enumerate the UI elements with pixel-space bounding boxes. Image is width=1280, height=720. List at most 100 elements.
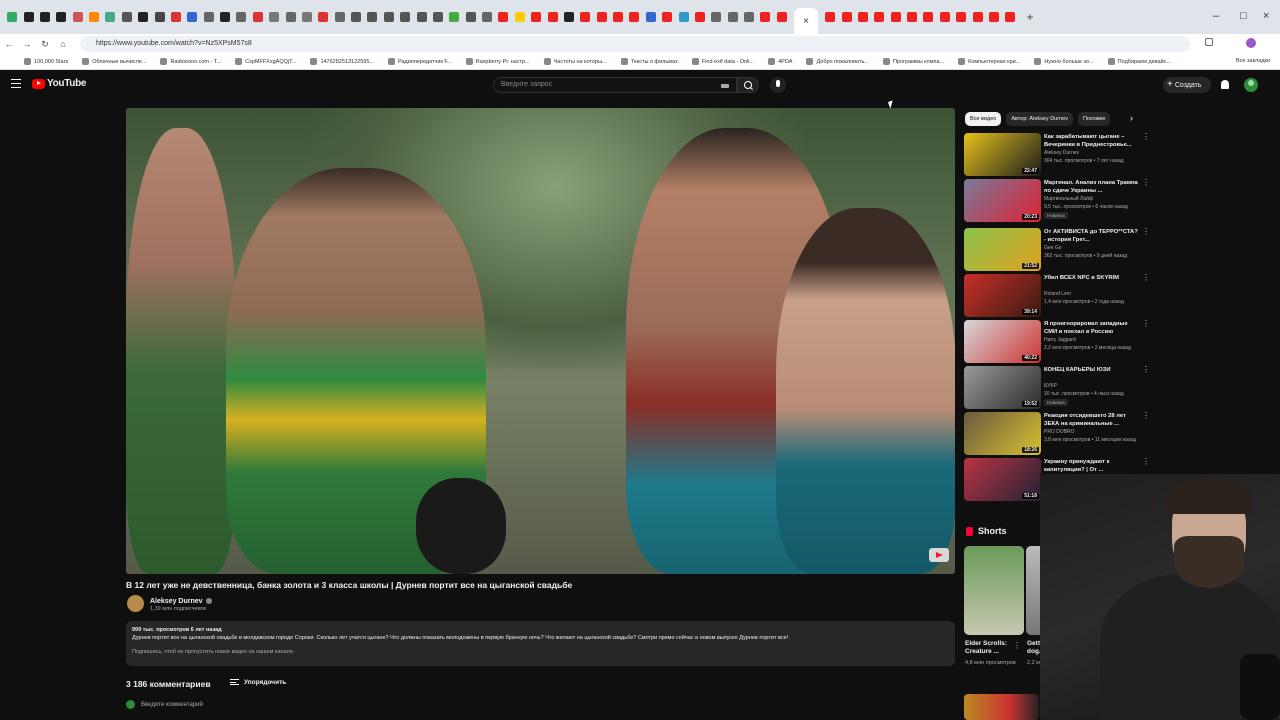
tab-favicon-icon[interactable] — [383, 12, 394, 22]
close-window-button[interactable]: × — [1263, 10, 1269, 22]
tab-favicon-icon[interactable] — [72, 12, 83, 22]
tab-favicon-icon[interactable] — [154, 12, 165, 22]
tab-favicon-icon[interactable] — [318, 12, 329, 22]
tab-favicon-icon[interactable] — [23, 12, 34, 22]
new-tab-button[interactable]: + — [1027, 10, 1034, 24]
tab-favicon-icon[interactable] — [596, 12, 607, 22]
more-options-icon[interactable]: ⋮ — [1142, 228, 1150, 236]
bookmark-item[interactable]: Подбираем девайс... — [1107, 58, 1171, 65]
chevron-right-icon[interactable]: › — [1130, 113, 1133, 123]
tab-favicon-icon[interactable] — [890, 12, 901, 22]
bookmark-item[interactable]: Радиопередатчик F... — [387, 58, 452, 65]
video-thumbnail[interactable]: 19:52 — [964, 366, 1041, 409]
tab-favicon-icon[interactable] — [727, 12, 738, 22]
recommendation-title[interactable]: Как зарабатывают цыгане – Вечеринки в Пр… — [1044, 133, 1139, 149]
url-input[interactable]: https://www.youtube.com/watch?v=Nz5XPsM5… — [80, 36, 1190, 52]
more-options-icon[interactable]: ⋮ — [1142, 133, 1150, 141]
tab-favicon-icon[interactable] — [482, 12, 493, 22]
recommendation-title[interactable]: Реакция отсидевшего 28 лет ЗЕКА на крими… — [1044, 412, 1139, 428]
recommendation-item[interactable]: 22:47 Как зарабатывают цыгане – Вечеринки… — [964, 133, 1150, 177]
reload-icon[interactable]: ↻ — [36, 39, 54, 50]
tab-favicon-icon[interactable] — [988, 12, 999, 22]
recommendation-channel[interactable]: Roland Lem — [1044, 291, 1071, 297]
short-thumbnail[interactable] — [964, 546, 1024, 635]
recommendation-channel[interactable]: Aleksey Durnev — [1044, 150, 1079, 156]
tab-favicon-icon[interactable] — [269, 12, 280, 22]
video-thumbnail[interactable]: 21:52 — [964, 228, 1041, 271]
tab-favicon-icon[interactable] — [236, 12, 247, 22]
bookmark-item[interactable]: Find exif data - Onli... — [691, 58, 754, 65]
bookmark-item[interactable]: Частоты на которы... — [543, 58, 607, 65]
recommendation-thumbnail-partial[interactable] — [964, 694, 1039, 720]
tab-favicon-icon[interactable] — [825, 12, 836, 22]
tab-favicon-icon[interactable] — [629, 12, 640, 22]
tab-favicon-icon[interactable] — [105, 12, 116, 22]
tab-favicon-icon[interactable] — [89, 12, 100, 22]
avatar[interactable] — [1244, 78, 1258, 92]
forward-icon[interactable]: → — [18, 39, 36, 49]
video-thumbnail[interactable]: 20:23 — [964, 179, 1041, 222]
chip-author[interactable]: Автор: Aleksey Durnev — [1006, 112, 1073, 126]
tab-favicon-icon[interactable] — [252, 12, 263, 22]
tab-favicon-icon[interactable] — [465, 12, 476, 22]
search-icon[interactable] — [737, 77, 759, 93]
tab-favicon-icon[interactable] — [923, 12, 934, 22]
recommendation-channel[interactable]: PRO DOBRO — [1044, 429, 1075, 435]
channel-avatar[interactable] — [127, 595, 144, 612]
video-thumbnail[interactable]: 51:18 — [964, 458, 1041, 501]
tab-favicon-icon[interactable] — [776, 12, 787, 22]
recommendation-title[interactable]: КОНЕЦ КАРЬЕРЫ ЮЗИ — [1044, 366, 1139, 374]
menu-icon[interactable] — [11, 79, 21, 88]
recommendation-channel[interactable]: Gee Go — [1044, 245, 1062, 251]
tab-favicon-icon[interactable] — [613, 12, 624, 22]
tab-favicon-icon[interactable] — [907, 12, 918, 22]
tab-favicon-icon[interactable] — [187, 12, 198, 22]
tab-favicon-icon[interactable] — [678, 12, 689, 22]
tab-favicon-icon[interactable] — [220, 12, 231, 22]
more-options-icon[interactable]: ⋮ — [1142, 274, 1150, 282]
mic-icon[interactable] — [770, 77, 786, 93]
tab-favicon-icon[interactable] — [939, 12, 950, 22]
tab-favicon-icon[interactable] — [841, 12, 852, 22]
channel-name[interactable]: Aleksey Durnev — [150, 598, 212, 605]
notifications-bell-icon[interactable] — [1221, 80, 1229, 89]
recommendation-item[interactable]: 18:26 Реакция отсидевшего 28 лет ЗЕКА на … — [964, 412, 1150, 456]
more-options-icon[interactable]: ⋮ — [1142, 179, 1150, 187]
youtube-logo[interactable]: YouTube — [32, 78, 87, 89]
recommendation-item[interactable]: 39:14 Убил ВСЕХ NPC в SKYRIM Roland Lem 1,4… — [964, 274, 1150, 318]
tab-favicon-icon[interactable] — [285, 12, 296, 22]
tab-favicon-icon[interactable] — [334, 12, 345, 22]
bookmark-item[interactable]: Нужно больше зо... — [1034, 58, 1094, 65]
active-tab[interactable]: × — [794, 8, 818, 34]
add-comment-input[interactable]: Введите комментарий — [126, 700, 203, 709]
tab-favicon-icon[interactable] — [351, 12, 362, 22]
video-thumbnail[interactable]: 39:14 — [964, 274, 1041, 317]
tab-favicon-icon[interactable] — [203, 12, 214, 22]
recommendation-channel[interactable]: БУБР — [1044, 383, 1057, 389]
all-bookmarks[interactable]: Все закладки — [1236, 58, 1271, 64]
recommendation-title[interactable]: Маргинал. Анализ плана Трампа по сдаче У… — [1044, 179, 1139, 195]
tab-favicon-icon[interactable] — [531, 12, 542, 22]
home-icon[interactable]: ⌂ — [54, 39, 72, 49]
tab-favicon-icon[interactable] — [694, 12, 705, 22]
chip-related[interactable]: Похожие — [1077, 112, 1111, 126]
more-options-icon[interactable]: ⋮ — [1142, 458, 1150, 466]
tab-favicon-icon[interactable] — [449, 12, 460, 22]
bookmark-item[interactable]: CspMFFXxgAQQjT... — [235, 58, 296, 65]
tab-favicon-icon[interactable] — [56, 12, 67, 22]
sort-comments-button[interactable]: Упорядочить — [230, 679, 286, 686]
video-thumbnail[interactable]: 22:47 — [964, 133, 1041, 176]
recommendation-title[interactable]: Убил ВСЕХ NPC в SKYRIM — [1044, 274, 1139, 282]
extensions-icon[interactable] — [1205, 38, 1213, 46]
video-thumbnail[interactable]: 18:26 — [964, 412, 1041, 455]
recommendation-item[interactable]: 19:52 КОНЕЦ КАРЬЕРЫ ЮЗИ БУБР 30 тыс. просмо… — [964, 366, 1150, 410]
more-options-icon[interactable]: ⋮ — [1142, 412, 1150, 420]
tab-favicon-icon[interactable] — [301, 12, 312, 22]
tab-favicon-icon[interactable] — [744, 12, 755, 22]
chip-all-videos[interactable]: Все видео — [965, 112, 1002, 126]
bookmark-item[interactable]: 100,000 Stars — [24, 58, 68, 65]
description-box[interactable]: 999 тыс. просмотров 6 лет назад Дурнев п… — [126, 621, 955, 666]
recommendation-item[interactable]: 21:52 От АКТИВИСТА до ТЕРРО**СТА? - истор… — [964, 228, 1150, 272]
bookmark-item[interactable]: Добро пожаловать... — [806, 58, 869, 65]
tab-favicon-icon[interactable] — [416, 12, 427, 22]
